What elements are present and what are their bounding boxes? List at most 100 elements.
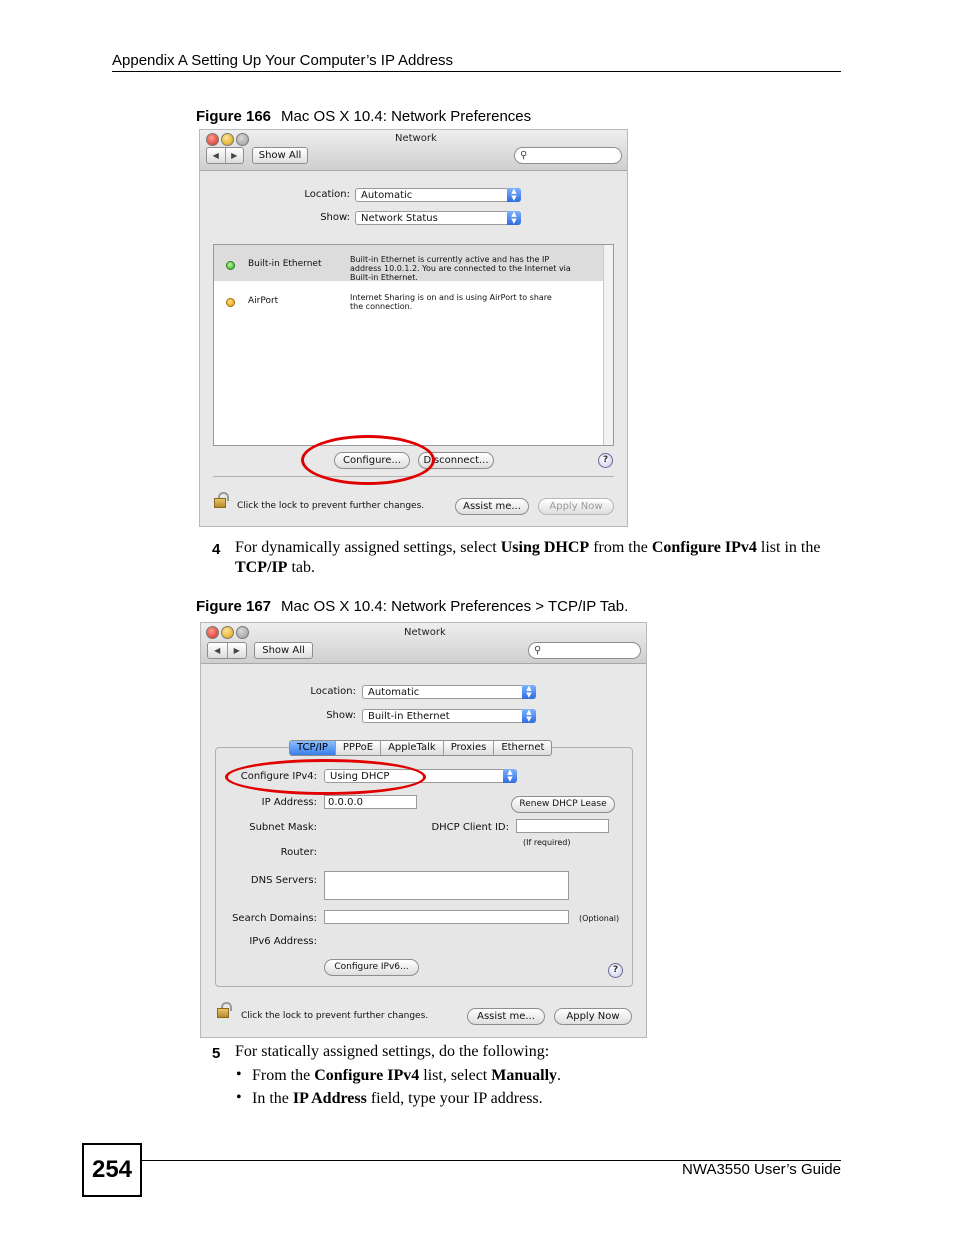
search-icon: ⚲	[534, 645, 542, 656]
subnet-mask-label: Subnet Mask:	[249, 822, 317, 833]
close-window-icon[interactable]	[206, 626, 219, 639]
text-run: from the	[589, 539, 652, 556]
running-header: Appendix A Setting Up Your Computer’s IP…	[112, 52, 454, 69]
tab-pppoe[interactable]: PPPoE	[334, 741, 380, 755]
dhcp-client-id-label: DHCP Client ID:	[431, 822, 509, 833]
guide-title: NWA3550 User’s Guide	[682, 1161, 841, 1178]
show-popup[interactable]: Built-in Ethernet ▲ ▼	[362, 709, 536, 723]
show-popup[interactable]: Network Status ▲ ▼	[355, 211, 521, 225]
zoom-window-icon[interactable]	[236, 626, 249, 639]
renew-dhcp-lease-button[interactable]: Renew DHCP Lease	[511, 796, 615, 813]
close-window-icon[interactable]	[206, 133, 219, 146]
step-number: 5	[212, 1045, 221, 1062]
list-scrollbar[interactable]	[603, 245, 613, 445]
figure-label: Figure 167	[196, 598, 272, 615]
ip-address-field[interactable]: 0.0.0.0	[324, 795, 417, 809]
list-item-status: Internet Sharing is on and is using AirP…	[350, 293, 552, 311]
text-run: list in the	[756, 539, 821, 556]
show-value: Network Status	[361, 213, 438, 224]
show-all-button[interactable]: Show All	[254, 642, 313, 659]
dns-servers-field[interactable]	[324, 871, 569, 900]
tab-proxies[interactable]: Proxies	[442, 741, 494, 755]
list-item-name[interactable]: AirPort	[248, 297, 278, 306]
popup-arrows-icon: ▲ ▼	[503, 769, 517, 783]
list-item-status: Built-in Ethernet is currently active an…	[350, 255, 571, 282]
back-arrow-icon[interactable]: ◀	[208, 643, 227, 658]
forward-arrow-icon[interactable]: ▶	[226, 643, 247, 658]
figure-166-caption: Figure 166 Mac OS X 10.4: Network Prefere…	[196, 108, 531, 125]
text-run: tab.	[287, 559, 315, 576]
list-item-name[interactable]: Built-in Ethernet	[248, 260, 322, 269]
show-label: Show:	[320, 212, 350, 223]
popup-arrows-icon: ▲ ▼	[507, 211, 521, 225]
dns-servers-label: DNS Servers:	[250, 875, 317, 886]
tab-tcpip[interactable]: TCP/IP	[290, 741, 335, 755]
lock-hint: Click the lock to prevent further change…	[241, 1011, 429, 1021]
highlight-oval	[301, 435, 435, 485]
location-value: Automatic	[361, 190, 413, 201]
assist-me-button[interactable]: Assist me...	[455, 498, 529, 515]
help-icon[interactable]: ?	[598, 453, 613, 468]
step-4-text: For dynamically assigned settings, selec…	[235, 538, 841, 578]
step-number: 4	[212, 541, 221, 558]
ipv6-address-label: IPv6 Address:	[249, 936, 317, 947]
text-run: field, type your IP address.	[366, 1090, 543, 1107]
bullet-marker: •	[236, 1066, 242, 1083]
network-preferences-window-166: Network ◀ ▶ Show All ⚲ Location: Automat…	[199, 129, 628, 527]
zoom-window-icon[interactable]	[236, 133, 249, 146]
figure-label: Figure 166	[196, 108, 272, 125]
lock-icon[interactable]	[217, 1002, 232, 1018]
lock-hint: Click the lock to prevent further change…	[237, 501, 425, 511]
figure-title: Mac OS X 10.4: Network Preferences > TCP…	[281, 598, 629, 615]
bullet-marker: •	[236, 1089, 242, 1106]
window-title: Network	[395, 133, 437, 144]
lock-icon[interactable]	[214, 492, 229, 508]
location-label: Location:	[304, 189, 350, 200]
apply-now-button[interactable]: Apply Now	[538, 498, 614, 515]
optional-hint: (Optional)	[579, 914, 620, 923]
popup-arrows-icon: ▲ ▼	[522, 685, 536, 699]
location-popup[interactable]: Automatic ▲ ▼	[355, 188, 521, 202]
highlight-oval	[225, 759, 426, 795]
show-value: Built-in Ethernet	[368, 711, 450, 722]
forward-arrow-icon[interactable]: ▶	[224, 148, 244, 163]
status-green-icon	[226, 261, 235, 270]
search-domains-field[interactable]	[324, 910, 569, 924]
status-amber-icon	[226, 298, 235, 307]
ip-address-label: IP Address:	[261, 797, 317, 808]
search-field[interactable]: ⚲	[528, 642, 641, 659]
tab-appletalk[interactable]: AppleTalk	[380, 741, 443, 755]
location-popup[interactable]: Automatic ▲ ▼	[362, 685, 536, 699]
window-title: Network	[404, 627, 446, 638]
configure-ipv6-button[interactable]: Configure IPv6...	[324, 959, 419, 976]
show-all-button[interactable]: Show All	[252, 147, 308, 164]
search-icon: ⚲	[520, 150, 528, 161]
back-forward-control[interactable]: ◀ ▶	[206, 147, 244, 164]
bold-term: TCP/IP	[235, 559, 288, 576]
show-label: Show:	[326, 710, 356, 721]
bold-term: Configure IPv4	[651, 539, 757, 556]
search-field[interactable]: ⚲	[514, 147, 622, 164]
tab-ethernet[interactable]: Ethernet	[493, 741, 551, 755]
back-arrow-icon[interactable]: ◀	[207, 148, 225, 163]
apply-now-button[interactable]: Apply Now	[554, 1008, 632, 1025]
location-label: Location:	[310, 686, 356, 697]
location-value: Automatic	[368, 687, 420, 698]
popup-arrows-icon: ▲ ▼	[507, 188, 521, 202]
figure-167-caption: Figure 167 Mac OS X 10.4: Network Prefere…	[196, 598, 628, 615]
window-toolbar: Network ◀ ▶ Show All ⚲	[201, 623, 646, 664]
window-toolbar: Network ◀ ▶ Show All ⚲	[200, 130, 627, 171]
bold-term: Manually	[491, 1067, 558, 1084]
assist-me-button[interactable]: Assist me...	[467, 1008, 545, 1025]
bold-term: IP Address	[292, 1090, 367, 1107]
back-forward-control[interactable]: ◀ ▶	[207, 642, 247, 659]
minimize-window-icon[interactable]	[221, 626, 234, 639]
help-icon[interactable]: ?	[608, 963, 623, 978]
if-required-hint: (If required)	[523, 838, 571, 847]
step-5-text: For statically assigned settings, do the…	[235, 1043, 550, 1060]
minimize-window-icon[interactable]	[221, 133, 234, 146]
text-run: .	[557, 1067, 562, 1084]
tab-bar: TCP/IP PPPoE AppleTalk Proxies Ethernet	[289, 740, 553, 756]
bold-term: Using DHCP	[500, 539, 590, 556]
dhcp-client-id-field[interactable]	[516, 819, 609, 833]
